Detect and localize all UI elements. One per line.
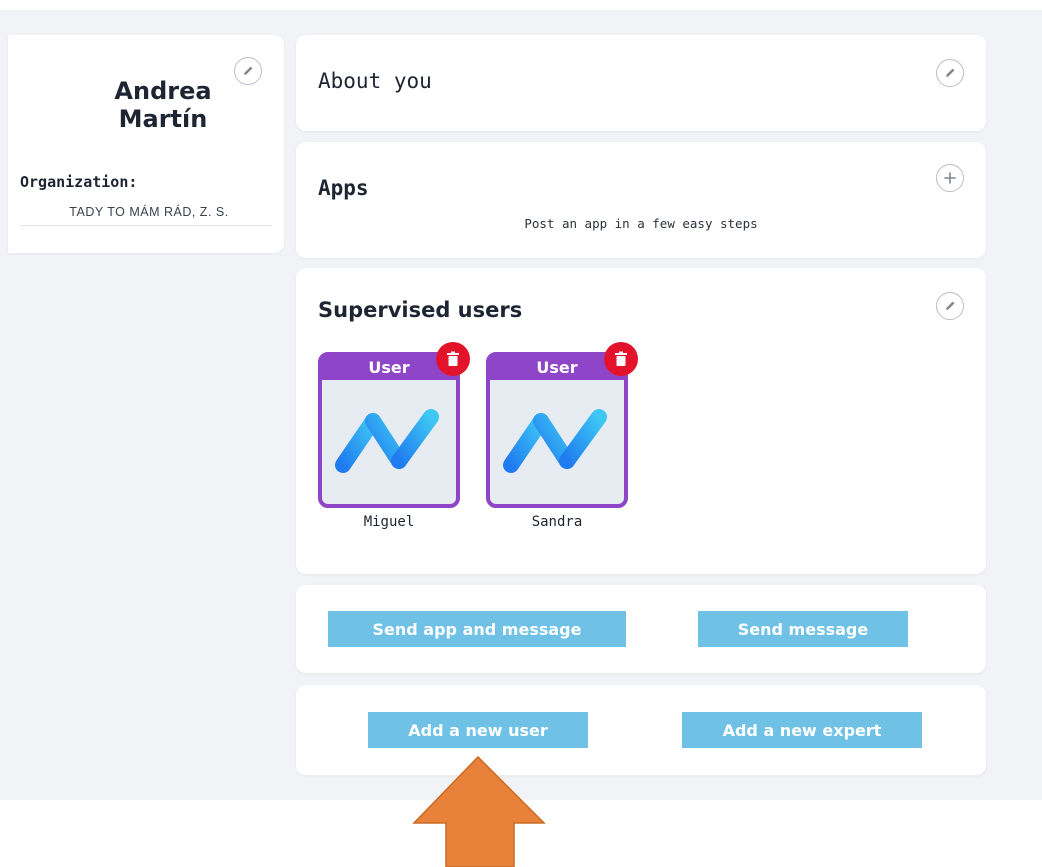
up-arrow-icon <box>412 755 546 867</box>
